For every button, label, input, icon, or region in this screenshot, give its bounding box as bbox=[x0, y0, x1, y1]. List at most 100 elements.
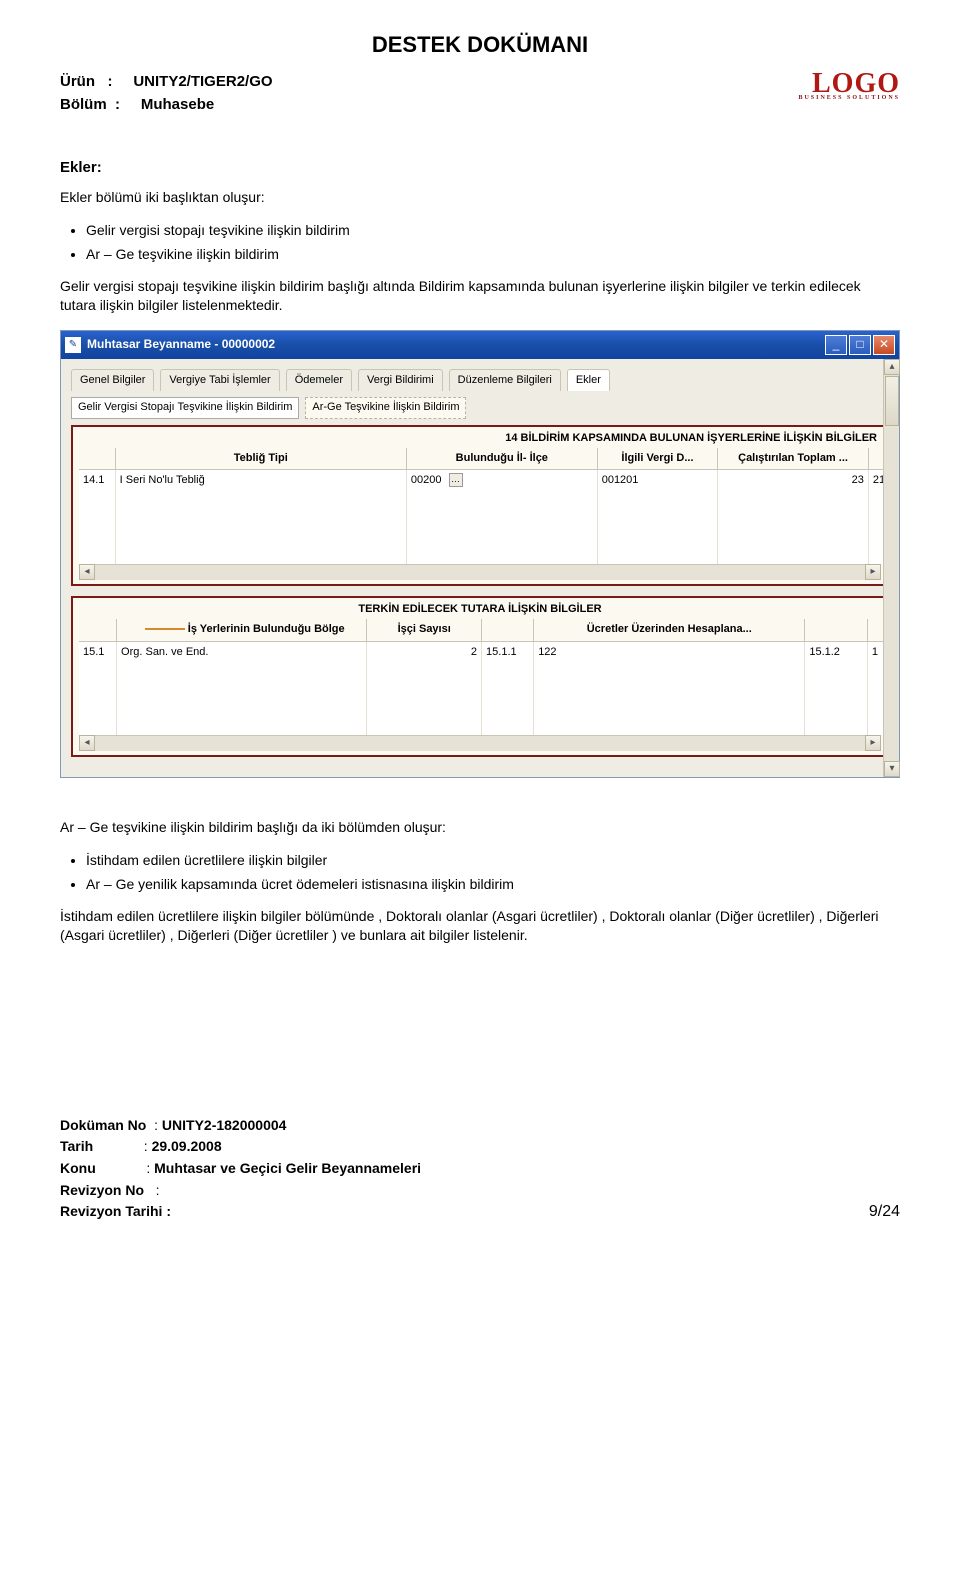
col-header[interactable] bbox=[79, 448, 115, 470]
tab-duzenleme-bilgileri[interactable]: Düzenleme Bilgileri bbox=[449, 369, 561, 391]
maximize-button[interactable]: □ bbox=[849, 335, 871, 355]
section-label: Bölüm bbox=[60, 96, 107, 113]
table-row[interactable] bbox=[79, 681, 893, 699]
table-row[interactable] bbox=[79, 510, 893, 528]
cell[interactable]: 001201 bbox=[597, 470, 718, 492]
subject-value: Muhtasar ve Geçici Gelir Beyannameleri bbox=[154, 1160, 421, 1176]
tab-genel-bilgiler[interactable]: Genel Bilgiler bbox=[71, 369, 154, 391]
bullet-item: Gelir vergisi stopajı teşvikine ilişkin … bbox=[86, 221, 900, 241]
ekler-bullets: Gelir vergisi stopajı teşvikine ilişkin … bbox=[86, 221, 900, 264]
lookup-button[interactable]: … bbox=[449, 473, 463, 487]
scroll-right-icon[interactable]: ▸ bbox=[865, 735, 881, 751]
page-number: 9/24 bbox=[869, 1201, 900, 1223]
col-header[interactable] bbox=[805, 619, 868, 641]
col-header-il-ilce[interactable]: Bulunduğu İl- İlçe bbox=[406, 448, 597, 470]
col-header-ucretler[interactable]: Ücretler Üzerinden Hesaplana... bbox=[534, 619, 805, 641]
subtab-gelir-vergisi[interactable]: Gelir Vergisi Stopajı Teşvikine İlişkin … bbox=[71, 397, 299, 418]
tab-odemeler[interactable]: Ödemeler bbox=[286, 369, 352, 391]
col-header-calistirilan[interactable]: Çalıştırılan Toplam ... bbox=[718, 448, 869, 470]
ekler-intro: Ekler bölümü iki başlıktan oluşur: bbox=[60, 188, 900, 208]
close-button[interactable]: ✕ bbox=[873, 335, 895, 355]
cell[interactable]: 2 bbox=[367, 641, 482, 663]
horizontal-scrollbar[interactable]: ◂ ▸ bbox=[79, 564, 881, 580]
table-row[interactable]: 15.1 Org. San. ve End. 2 15.1.1 122 15.1… bbox=[79, 641, 893, 663]
scroll-up-icon[interactable]: ▴ bbox=[884, 359, 900, 375]
col-header[interactable] bbox=[482, 619, 534, 641]
panel-bildirim-isyerleri: 14 BİLDİRİM KAPSAMINDA BULUNAN İŞYERLERİ… bbox=[71, 425, 889, 586]
subject-label: Konu bbox=[60, 1160, 96, 1176]
doc-meta: Ürün : UNITY2/TIGER2/GO Bölüm : Muhasebe bbox=[60, 71, 273, 117]
arge-bullets: İstihdam edilen ücretlilere ilişkin bilg… bbox=[86, 851, 900, 894]
table-row[interactable] bbox=[79, 717, 893, 735]
minimize-button[interactable]: _ bbox=[825, 335, 847, 355]
grid-isyerleri[interactable]: Tebliğ Tipi Bulunduğu İl- İlçe İlgili Ve… bbox=[79, 448, 893, 564]
product-label: Ürün bbox=[60, 73, 95, 90]
tab-vergi-bildirimi[interactable]: Vergi Bildirimi bbox=[358, 369, 443, 391]
page-title: DESTEK DOKÜMANI bbox=[60, 30, 900, 61]
panel2-title: TERKİN EDİLECEK TUTARA İLİŞKİN BİLGİLER bbox=[73, 598, 887, 619]
app-icon: ✎ bbox=[65, 337, 81, 353]
cell-value: 00200 bbox=[411, 474, 442, 486]
tab-vergiye-tabi-islemler[interactable]: Vergiye Tabi İşlemler bbox=[160, 369, 279, 391]
doc-no-label: Doküman No bbox=[60, 1117, 146, 1133]
colon: : bbox=[111, 96, 137, 113]
col-header-bolge[interactable]: İş Yerlerinin Bulunduğu Bölge bbox=[117, 619, 367, 641]
col-header[interactable] bbox=[79, 619, 117, 641]
app-body: ▴ ▾ Genel Bilgiler Vergiye Tabi İşlemler… bbox=[61, 359, 899, 777]
doc-no-value: UNITY2-182000004 bbox=[162, 1117, 287, 1133]
ekler-heading: Ekler: bbox=[60, 157, 900, 178]
app-window: ✎ Muhtasar Beyanname - 00000002 _ □ ✕ ▴ … bbox=[60, 330, 900, 778]
col-header-vergi-d[interactable]: İlgili Vergi D... bbox=[597, 448, 718, 470]
scroll-down-icon[interactable]: ▾ bbox=[884, 761, 900, 777]
active-indicator-icon bbox=[145, 628, 185, 630]
table-row[interactable] bbox=[79, 699, 893, 717]
bullet-item: Ar – Ge teşvikine ilişkin bildirim bbox=[86, 245, 900, 265]
table-row[interactable] bbox=[79, 492, 893, 510]
scroll-thumb[interactable] bbox=[885, 376, 899, 426]
table-row[interactable]: 14.1 I Seri No'lu Tebliğ 00200 … 001201 … bbox=[79, 470, 893, 492]
subtab-arge[interactable]: Ar-Ge Teşvikine İlişkin Bildirim bbox=[305, 397, 466, 418]
cell[interactable]: Org. San. ve End. bbox=[117, 641, 367, 663]
cell: 15.1.1 bbox=[482, 641, 534, 663]
rev-no-label: Revizyon No bbox=[60, 1182, 144, 1198]
cell[interactable]: I Seri No'lu Tebliğ bbox=[115, 470, 406, 492]
tabstrip: Genel Bilgiler Vergiye Tabi İşlemler Öde… bbox=[65, 365, 895, 391]
bullet-item: Ar – Ge yenilik kapsamında ücret ödemele… bbox=[86, 875, 900, 895]
grid-terkin[interactable]: İş Yerlerinin Bulunduğu Bölge İşçi Sayıs… bbox=[79, 619, 893, 735]
colon: : bbox=[99, 73, 129, 90]
table-row[interactable] bbox=[79, 663, 893, 681]
scroll-right-icon[interactable]: ▸ bbox=[865, 564, 881, 580]
titlebar[interactable]: ✎ Muhtasar Beyanname - 00000002 _ □ ✕ bbox=[61, 331, 899, 359]
window-title: Muhtasar Beyanname - 00000002 bbox=[87, 336, 823, 353]
cell: 15.1.2 bbox=[805, 641, 868, 663]
paragraph-2: İstihdam edilen ücretlilere ilişkin bilg… bbox=[60, 907, 900, 946]
cell: 15.1 bbox=[79, 641, 117, 663]
table-row[interactable] bbox=[79, 528, 893, 546]
footer-meta: Doküman No : UNITY2-182000004 Tarih : 29… bbox=[60, 1116, 421, 1224]
rev-date-label: Revizyon Tarihi : bbox=[60, 1203, 171, 1219]
section-value: Muhasebe bbox=[141, 96, 214, 113]
cell[interactable]: 122 bbox=[534, 641, 805, 663]
cell[interactable]: 00200 … bbox=[406, 470, 597, 492]
arge-intro: Ar – Ge teşvikine ilişkin bildirim başlı… bbox=[60, 818, 900, 838]
scroll-left-icon[interactable]: ◂ bbox=[79, 564, 95, 580]
table-row[interactable] bbox=[79, 546, 893, 564]
scroll-left-icon[interactable]: ◂ bbox=[79, 735, 95, 751]
date-label: Tarih bbox=[60, 1138, 93, 1154]
panel-terkin: TERKİN EDİLECEK TUTARA İLİŞKİN BİLGİLER … bbox=[71, 596, 889, 757]
tab-ekler[interactable]: Ekler bbox=[567, 369, 610, 391]
product-value: UNITY2/TIGER2/GO bbox=[133, 73, 272, 90]
cell: 14.1 bbox=[79, 470, 115, 492]
cell[interactable]: 23 bbox=[718, 470, 869, 492]
bullet-item: İstihdam edilen ücretlilere ilişkin bilg… bbox=[86, 851, 900, 871]
date-value: 29.09.2008 bbox=[152, 1138, 222, 1154]
paragraph-1: Gelir vergisi stopajı teşvikine ilişkin … bbox=[60, 277, 900, 316]
page-footer: Doküman No : UNITY2-182000004 Tarih : 29… bbox=[60, 1116, 900, 1224]
brand-logo: LOGO BUSINESS SOLUTIONS bbox=[798, 71, 900, 102]
vertical-scrollbar[interactable]: ▴ ▾ bbox=[883, 359, 899, 777]
horizontal-scrollbar[interactable]: ◂ ▸ bbox=[79, 735, 881, 751]
col-header-isci-sayisi[interactable]: İşçi Sayısı bbox=[367, 619, 482, 641]
col-header-teblig-tipi[interactable]: Tebliğ Tipi bbox=[115, 448, 406, 470]
panel1-title: 14 BİLDİRİM KAPSAMINDA BULUNAN İŞYERLERİ… bbox=[73, 427, 887, 448]
col-label: İş Yerlerinin Bulunduğu Bölge bbox=[188, 623, 345, 635]
